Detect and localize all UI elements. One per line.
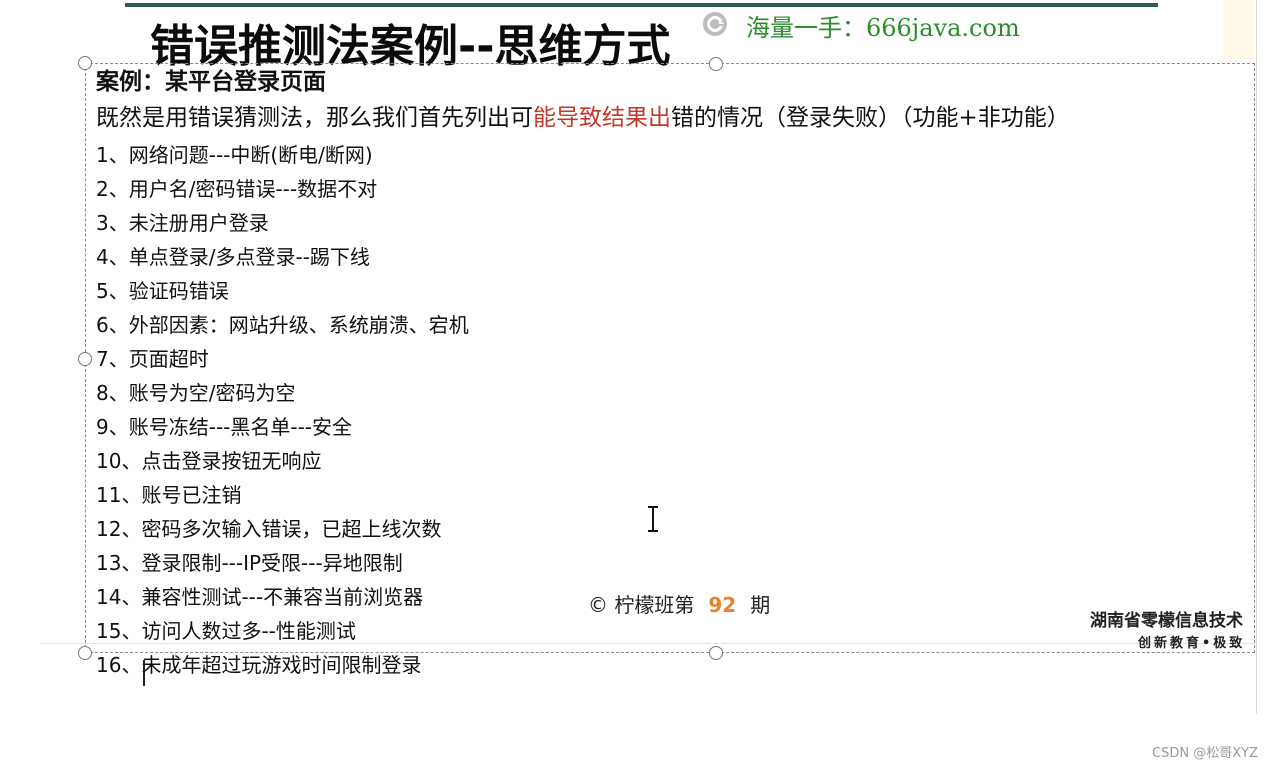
footer-number: 92	[708, 593, 737, 617]
list-item: 7、页面超时	[96, 347, 209, 371]
list-item: 1、网络问题---中断(断电/断网)	[96, 143, 373, 167]
list-item: 12、密码多次输入错误，已超上线次数	[96, 517, 442, 541]
intro-highlight: 能导致结果出	[533, 105, 671, 131]
list-item: 6、外部因素：网站升级、系统崩溃、宕机	[96, 313, 469, 337]
list-item: 2、用户名/密码错误---数据不对	[96, 177, 378, 201]
list-item: 3、未注册用户登录	[96, 211, 269, 235]
list-item: 9、账号冻结---黑名单---安全	[96, 415, 353, 439]
footer-prefix: © 柠檬班第	[588, 593, 695, 617]
list-item: 4、单点登录/多点登录--踢下线	[96, 245, 370, 269]
intro-part3: 错的情况（登录失败）（功能+非功能）	[671, 105, 1070, 131]
list-item: 8、账号为空/密码为空	[96, 381, 296, 405]
case-title: 案例：某平台登录页面	[96, 68, 326, 95]
list-item: 11、账号已注销	[96, 483, 242, 507]
csdn-credit: CSDN @松哥XYZ	[1152, 746, 1258, 761]
company-logo-name: 湖南省零檬信息技术	[1090, 611, 1243, 631]
watermark-text: 海量一手：666java.com	[746, 14, 1020, 42]
resize-handle-middle-left[interactable]	[78, 352, 92, 366]
refresh-icon	[703, 12, 727, 36]
text-cursor-icon	[648, 506, 658, 532]
list-item: 16、未成年超过玩游戏时间限制登录	[96, 653, 422, 677]
list-item: 10、点击登录按钮无响应	[96, 449, 322, 473]
footer-suffix: 期	[750, 593, 771, 617]
text-insertion-caret	[143, 660, 145, 686]
resize-handle-top-left[interactable]	[78, 56, 92, 70]
title-rule	[125, 3, 1158, 7]
intro-part1: 既然是用错误猜测法，那么我们首先列出可	[96, 105, 533, 131]
list-item: 5、验证码错误	[96, 279, 229, 303]
list-item: 13、登录限制---IP受限---异地限制	[96, 551, 403, 575]
company-logo-slogan: 创新教育•极致	[1138, 636, 1246, 651]
intro-line: 既然是用错误猜测法，那么我们首先列出可能导致结果出错的情况（登录失败）（功能+非…	[96, 98, 1266, 138]
resize-handle-bottom-left[interactable]	[78, 646, 92, 660]
side-panel-edge	[1223, 0, 1255, 60]
class-watermark: © 柠檬班第 92 期	[588, 589, 770, 618]
